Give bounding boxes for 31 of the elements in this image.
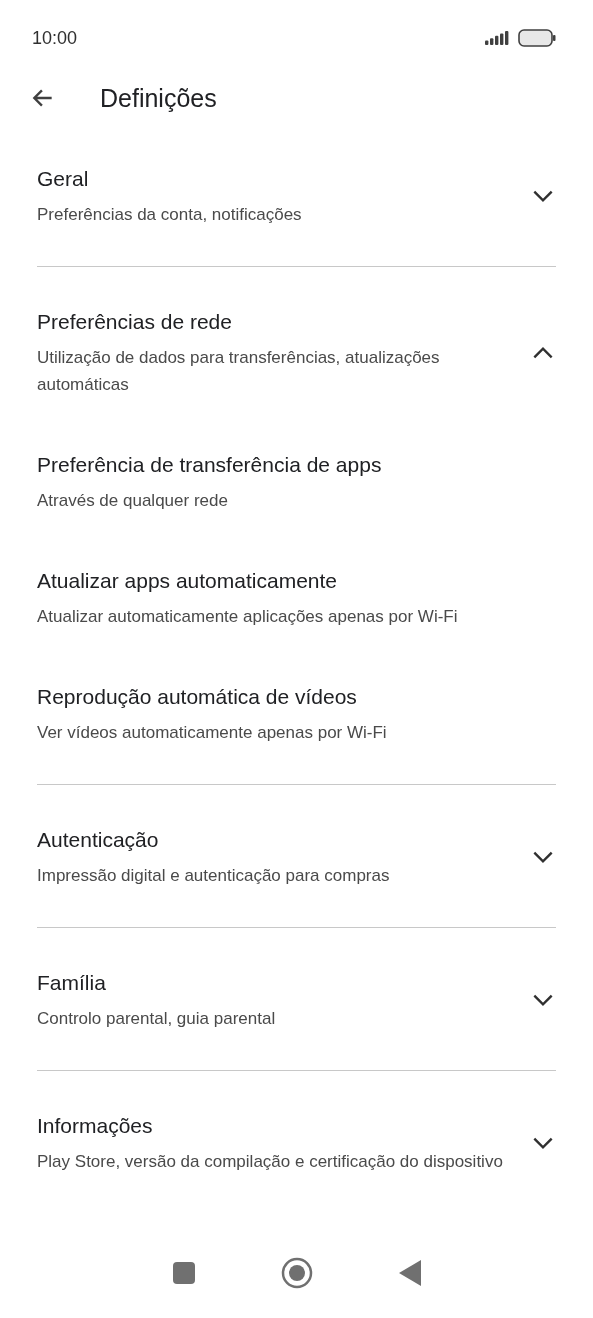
setting-item[interactable]: Preferência de transferência de apps Através de qualquer rede	[37, 450, 556, 514]
section-description: Preferências da conta, notificações	[37, 204, 303, 226]
setting-title: Atualizar apps automaticamente	[37, 568, 338, 594]
signal-icon	[485, 31, 511, 45]
setting-description: Através de qualquer rede	[37, 490, 229, 512]
section-description: Utilização de dados para transferências, atualizações automáticas	[37, 347, 441, 396]
section-title: Família	[37, 970, 107, 996]
setting-title: Preferência de transferência de apps	[37, 452, 383, 478]
settings-section-header[interactable]: Preferências de rede Utilização de dados para transferências, atualizações automáticas	[37, 307, 556, 398]
battery-icon	[518, 29, 556, 47]
page-title: Definições	[100, 83, 217, 113]
settings-section-header[interactable]: Geral Preferências da conta, notificações	[37, 164, 556, 228]
section-title: Informações	[37, 1113, 154, 1139]
setting-title: Reprodução automática de vídeos	[37, 684, 358, 710]
setting-item[interactable]: Reprodução automática de vídeos Ver vídeos automaticamente apenas por Wi-Fi	[37, 682, 556, 746]
recents-button-icon[interactable]	[172, 1262, 195, 1284]
setting-description: Ver vídeos automaticamente apenas por Wi-Fi	[37, 722, 388, 744]
status-time: 10:00	[32, 27, 78, 49]
setting-item[interactable]: Atualizar apps automaticamente Atualizar automaticamente aplicações apenas por Wi-Fi	[37, 566, 556, 630]
home-button-icon[interactable]	[280, 1257, 313, 1289]
section-title: Preferências de rede	[37, 309, 233, 335]
section-title: Autenticação	[37, 827, 160, 853]
section-description: Play Store, versão da compilação e certificação do dispositivo	[37, 1151, 504, 1173]
settings-section-header[interactable]: Informações Play Store, versão da compilação e certificação do dispositivo	[37, 1111, 556, 1175]
section-description: Controlo parental, guia parental	[37, 1008, 277, 1030]
section-title: Geral	[37, 166, 90, 192]
back-triangle-icon[interactable]	[398, 1260, 421, 1286]
settings-section-header[interactable]: Família Controlo parental, guia parental	[37, 968, 556, 1032]
section-description: Impressão digital e autenticação para compras	[37, 865, 391, 887]
settings-section-header[interactable]: Autenticação Impressão digital e autenticação para compras	[37, 825, 556, 889]
setting-description: Atualizar automaticamente aplicações apenas por Wi-Fi	[37, 606, 459, 628]
